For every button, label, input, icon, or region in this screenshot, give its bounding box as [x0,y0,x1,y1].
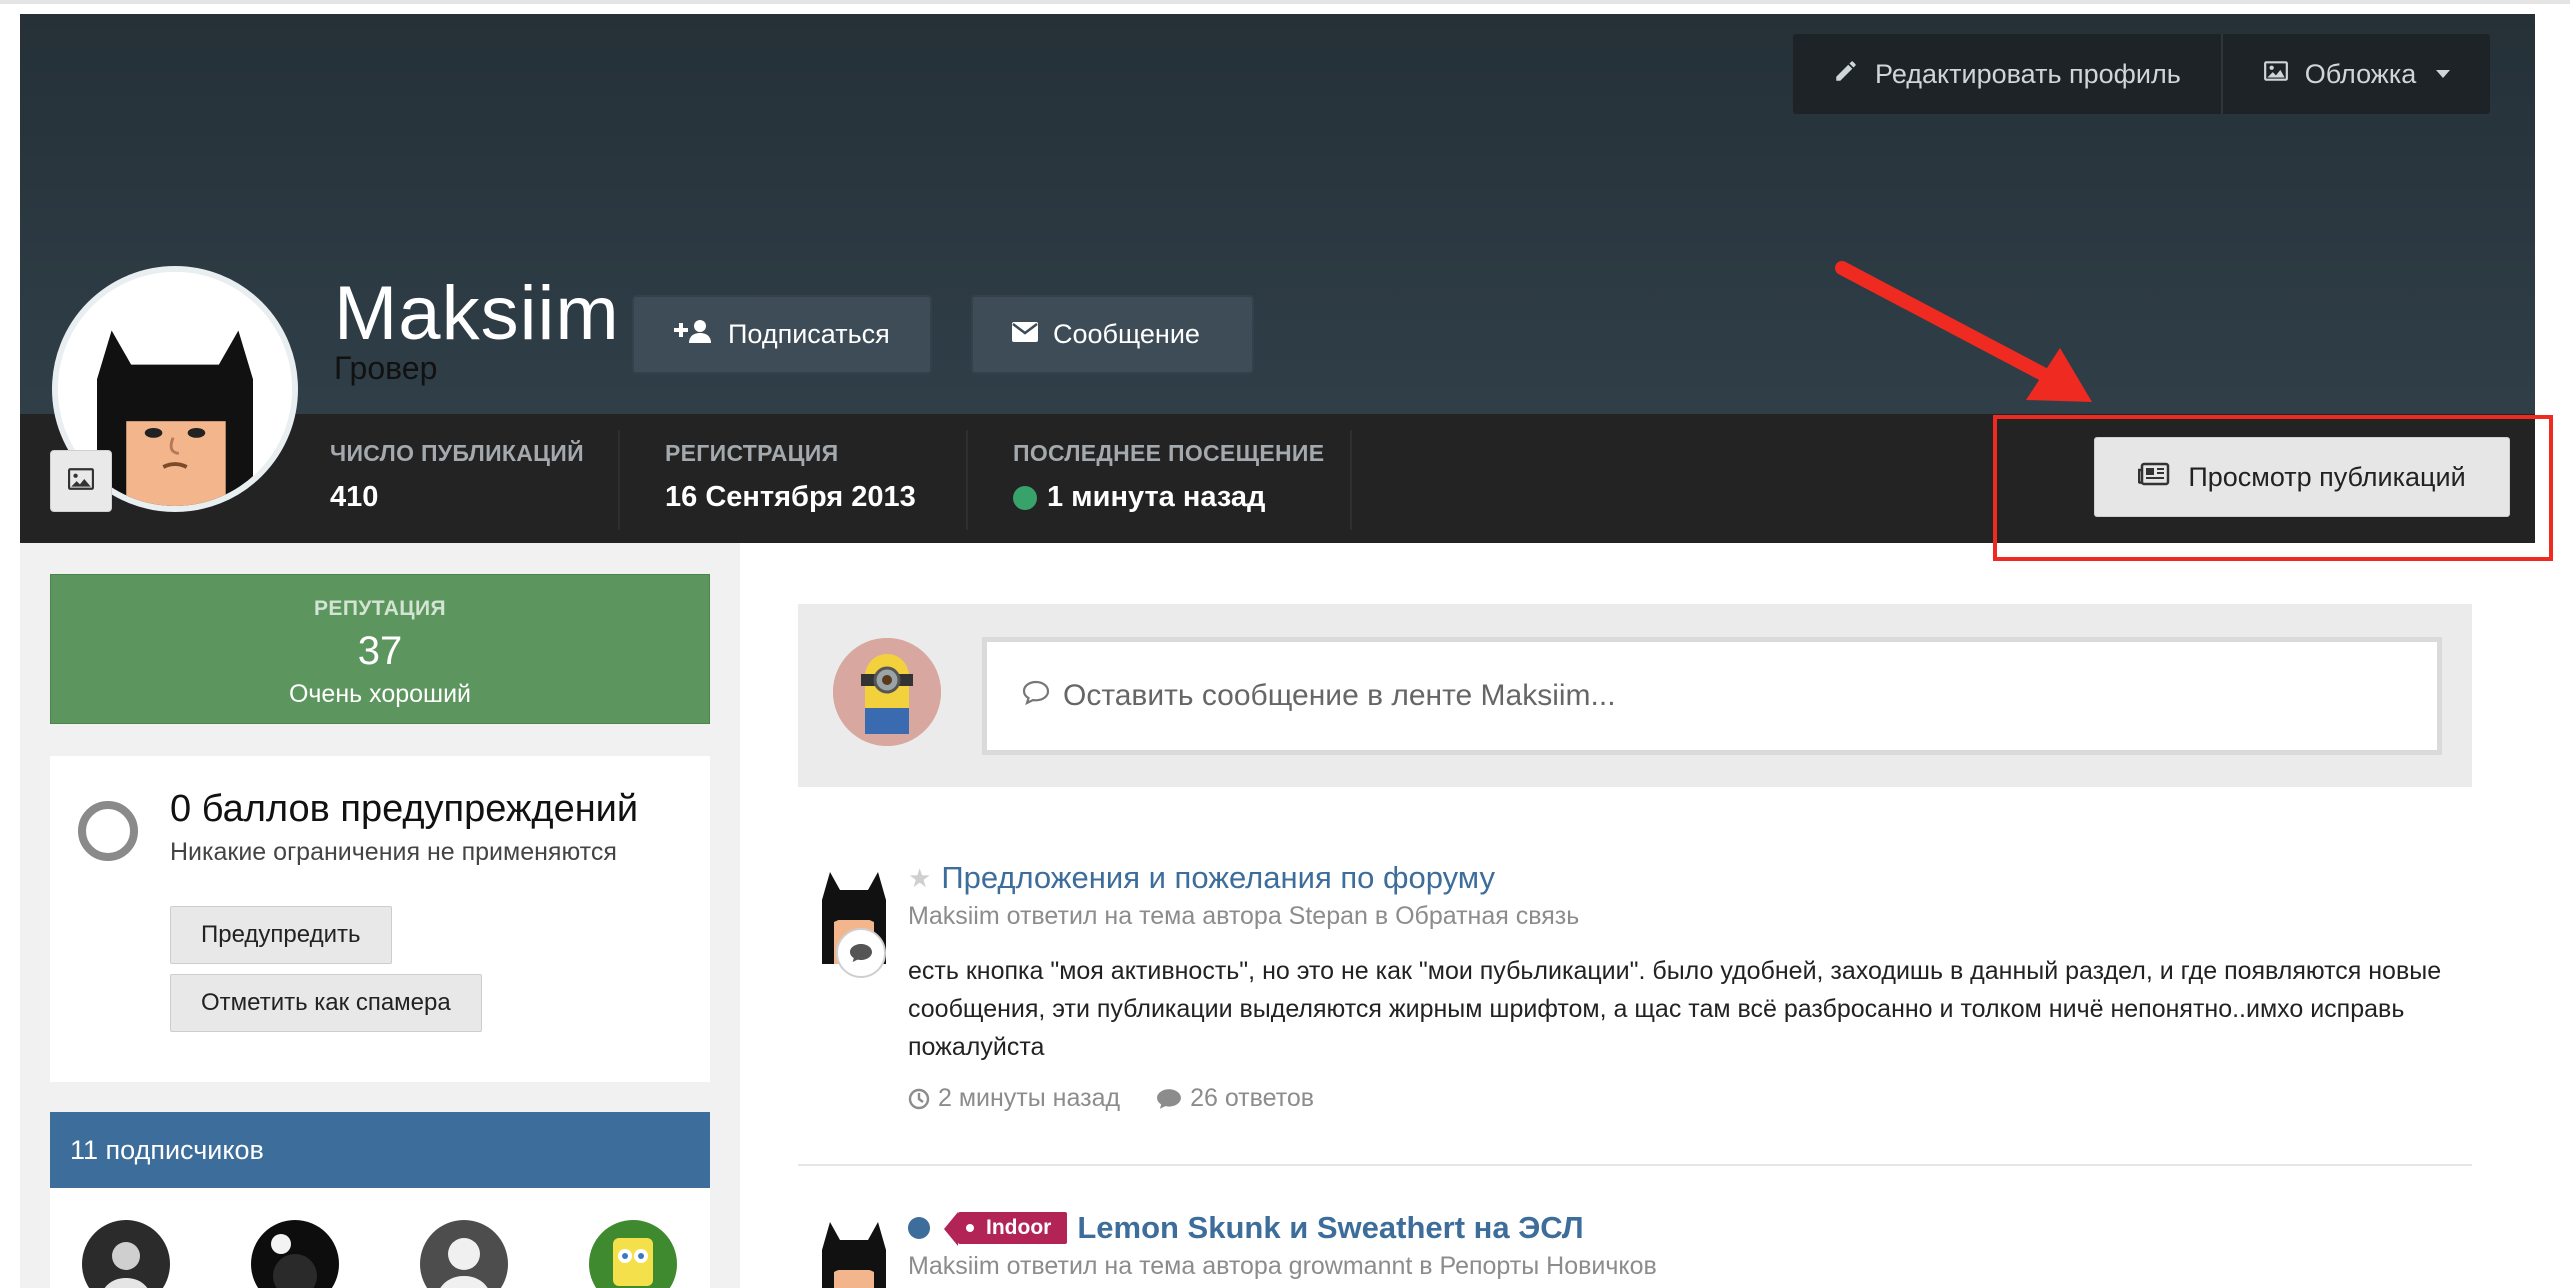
online-status-dot [1013,485,1037,510]
window-top-edge [0,0,2570,4]
follower-avatar[interactable] [589,1220,677,1288]
prefix-tag[interactable]: Indoor [943,1212,1068,1246]
stat-value: 410 [330,481,379,513]
warnings-widget: 0 баллов предупреждений Никакие ограниче… [50,756,710,1082]
warning-restrictions: Никакие ограничения не применяются [170,838,617,866]
stat-divider [1350,430,1352,530]
highlight-annotation-box [1993,415,2553,561]
flag-spammer-button[interactable]: Отметить как спамера [170,974,482,1032]
cover-photo-menu[interactable]: Обложка [2220,34,2491,114]
stat-value-row: 1 минута назад [1013,481,1324,514]
reputation-value: 37 [357,629,403,673]
image-icon [68,467,94,495]
chevron-down-icon [2436,70,2451,78]
follow-label: Подписаться [728,319,890,349]
warning-points: 0 баллов предупреждений [170,788,639,830]
reputation-widget: РЕПУТАЦИЯ 37 Очень хороший [50,574,710,724]
message-button[interactable]: Сообщение [971,295,1254,374]
activity-item: ★ Предложения и пожелания по форуму Maks… [798,860,2472,1120]
reputation-description: Очень хороший [288,680,472,708]
stat-divider [618,430,620,530]
stat-post-count: ЧИСЛО ПУБЛИКАЦИЙ 410 [330,440,584,514]
topic-title-link[interactable]: Предложения и пожелания по форуму [941,860,1495,896]
activity-meta: Maksiim ответил на тема автора growmannt… [908,1252,1657,1280]
profile-rank: Гровер [334,350,438,386]
stat-registration: РЕГИСТРАЦИЯ 16 Сентября 2013 [665,440,916,514]
stat-value: 1 минута назад [1047,481,1266,513]
edit-profile-label: Редактировать профиль [1875,58,2181,89]
stat-label: ПОСЛЕДНЕЕ ПОСЕЩЕНИЕ [1013,440,1325,466]
warn-user-button[interactable]: Предупредить [170,906,392,964]
status-input[interactable]: Оставить сообщение в ленте Maksiim... [982,637,2442,755]
follow-button[interactable]: Подписаться [632,295,932,374]
cover-photo-label: Обложка [2304,58,2417,89]
current-user-avatar [833,638,941,746]
image-icon [2263,58,2289,91]
feed-separator [798,1164,2472,1166]
activity-meta: Maksiim ответил на тема автора Stepan в … [908,902,1580,930]
add-user-icon [672,318,714,351]
followers-list [50,1188,710,1288]
post-time: 2 минуты назад [908,1084,1120,1113]
unread-indicator-icon [908,1217,930,1239]
followers-title: 11 подписчиков [70,1134,264,1165]
post-title-row: Indoor Lemon Skunk и Sweathert на ЭСЛ [908,1210,1584,1246]
status-placeholder: Оставить сообщение в ленте Maksiim... [1063,679,1616,712]
reputation-label: РЕПУТАЦИЯ [314,597,446,620]
post-excerpt: есть кнопка "моя активность", но это не … [908,957,2442,1061]
pencil-icon [1833,58,1859,91]
reply-bubble-icon [836,928,886,978]
stat-label: РЕГИСТРАЦИЯ [665,440,839,466]
warning-level-icon [78,801,138,861]
annotation-arrow-icon [1835,261,2092,402]
post-time-text: 2 минуты назад [938,1084,1121,1112]
stat-label: ЧИСЛО ПУБЛИКАЦИЙ [330,440,584,466]
envelope-icon [1011,319,1039,350]
follower-avatar[interactable] [82,1220,170,1288]
follower-avatar[interactable] [251,1220,339,1288]
post-replies-text: 26 ответов [1190,1084,1315,1112]
stat-value: 16 Сентября 2013 [665,481,916,513]
stat-divider [966,430,968,530]
comment-icon [1156,1088,1182,1110]
star-icon[interactable]: ★ [908,863,931,894]
edit-profile-button[interactable]: Редактировать профиль [1793,34,2221,114]
followers-header: 11 подписчиков [50,1112,710,1188]
post-footer: 2 минуты назад 26 ответов [908,1084,1314,1113]
cover-actions: Редактировать профиль Обложка [1793,34,2491,114]
author-avatar[interactable] [816,1210,892,1288]
stat-last-visit: ПОСЛЕДНЕЕ ПОСЕЩЕНИЕ 1 минута назад [1013,440,1324,514]
activity-item: Indoor Lemon Skunk и Sweathert на ЭСЛ Ma… [798,1210,2472,1288]
change-avatar-button[interactable] [50,450,112,512]
message-label: Сообщение [1053,319,1200,349]
topic-title-link[interactable]: Lemon Skunk и Sweathert на ЭСЛ [1077,1210,1583,1246]
comment-icon [1021,679,1051,713]
clock-icon [908,1088,930,1110]
profile-username: Maksiim [334,271,620,356]
post-replies: 26 ответов [1156,1084,1314,1113]
post-title-row: ★ Предложения и пожелания по форуму [908,860,1495,896]
follower-avatar[interactable] [420,1220,508,1288]
